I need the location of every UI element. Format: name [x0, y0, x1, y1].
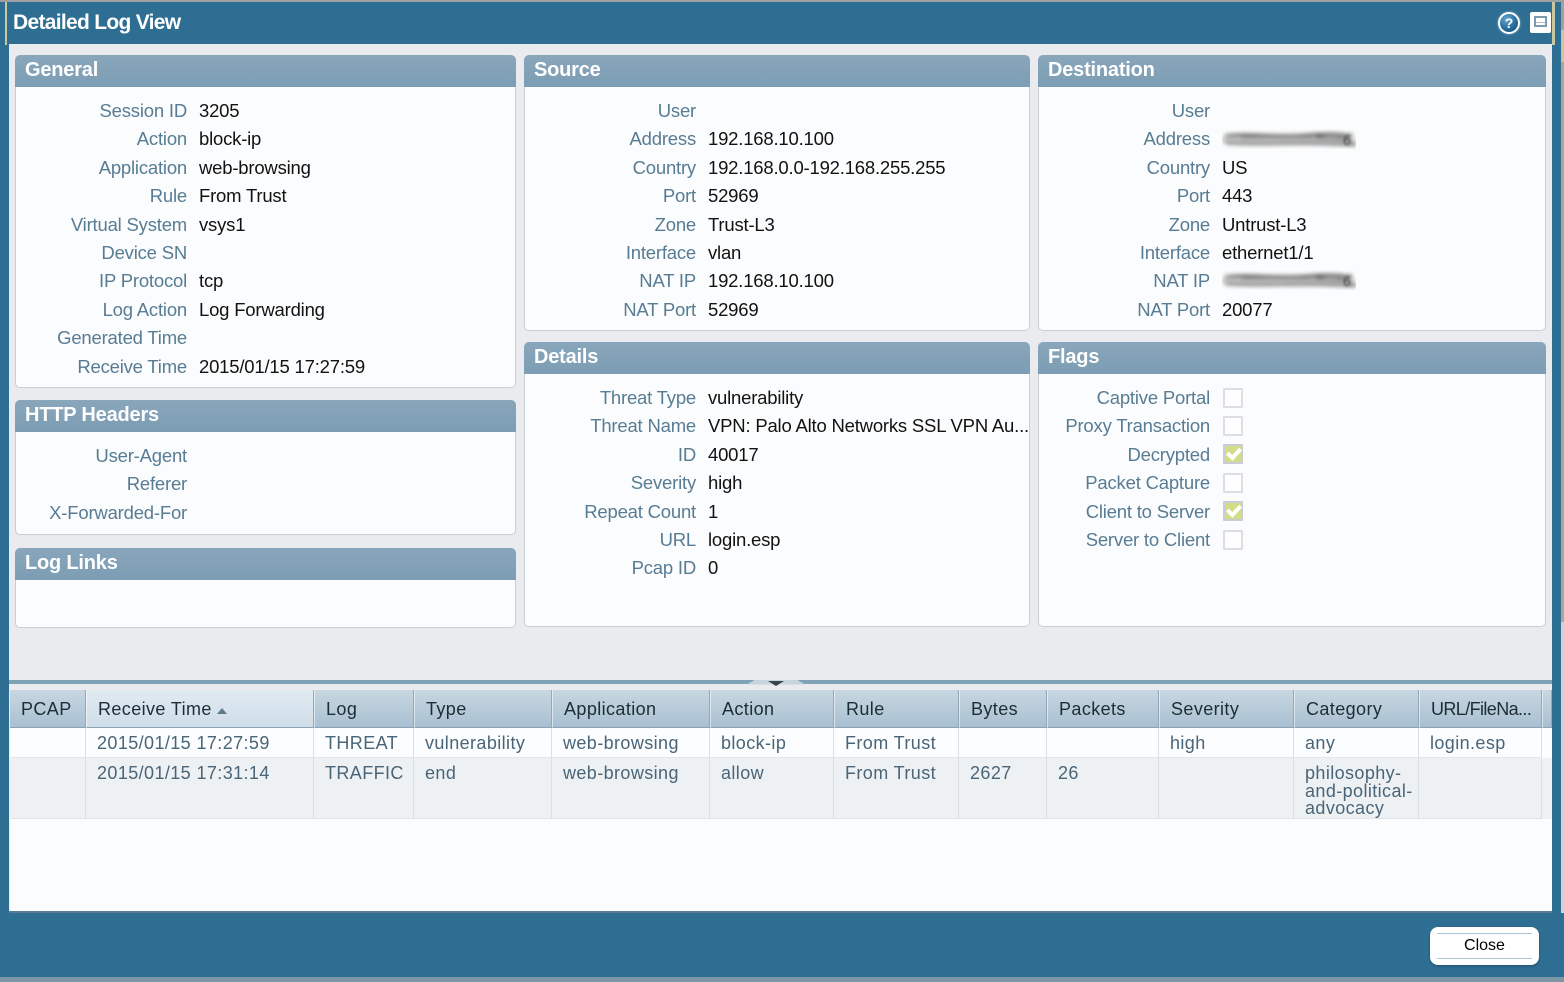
svg-text:6: 6	[1343, 132, 1351, 148]
svg-text:6: 6	[1343, 273, 1351, 289]
